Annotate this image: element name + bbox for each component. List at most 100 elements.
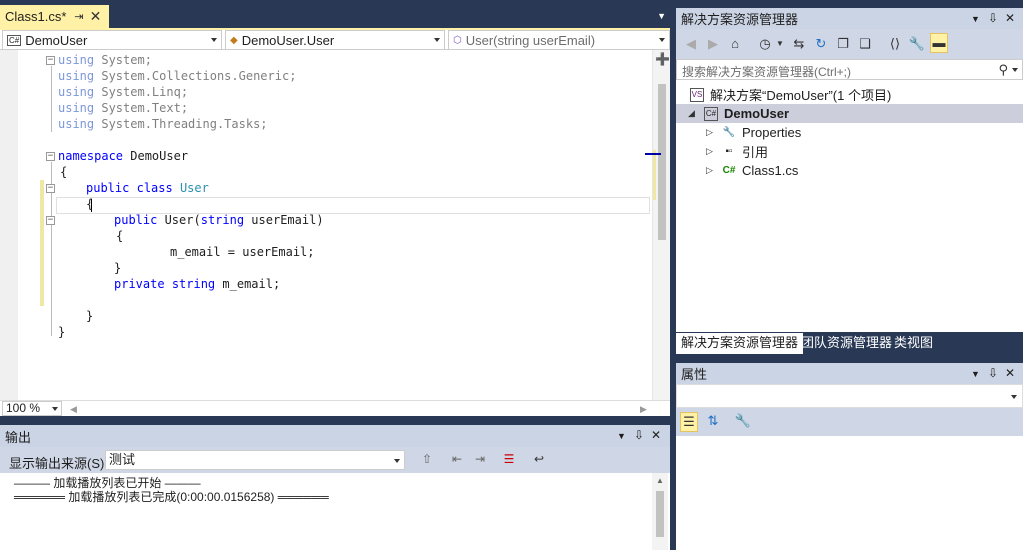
collapsed-triangle-icon[interactable]: ▷ [706, 165, 716, 176]
fold-toggle-usings[interactable]: − [46, 56, 55, 65]
tab-overflow-icon[interactable]: ▼ [657, 11, 666, 21]
pin-icon[interactable]: ⇥ [74, 10, 83, 23]
categorized-icon[interactable]: ☰ [680, 412, 698, 432]
csharp-project-icon: C# [704, 106, 718, 121]
goto-previous-icon[interactable]: ⇧ [418, 452, 436, 468]
view-code-icon[interactable]: ⟨⟩ [886, 36, 904, 52]
word-wrap-icon[interactable]: ↩ [530, 452, 548, 468]
csharp-file-icon: C# [722, 164, 736, 176]
output-source-label: 显示输出来源(S): [9, 456, 108, 471]
output-text-area[interactable]: ——— 加载播放列表已开始 ——— ══════ 加载播放列表已完成(0:00:… [0, 473, 670, 550]
pin-icon[interactable]: ⇩ [988, 11, 998, 25]
project-dropdown[interactable]: C# DemoUser [2, 30, 222, 50]
tree-node-properties[interactable]: ▷ 🔧 Properties [706, 123, 801, 142]
code-line: public User(string userEmail) [114, 213, 324, 227]
tree-node-class1[interactable]: ▷ C# Class1.cs [706, 161, 798, 180]
sync-icon[interactable]: ⇆ [790, 36, 808, 52]
code-line: } [86, 309, 94, 323]
chevron-down-icon [659, 38, 665, 42]
code-line: } [114, 261, 122, 275]
scroll-left-icon[interactable]: ◀ [70, 404, 77, 415]
close-icon[interactable]: ✕ [90, 8, 102, 25]
document-tab-strip: Class1.cs* ⇥ ✕ ▼ [0, 5, 670, 28]
navigation-bar: C# DemoUser ◆ DemoUser.User ⬡ User(strin… [0, 30, 670, 50]
member-dropdown[interactable]: ⬡ User(string userEmail) [448, 30, 670, 50]
home-icon[interactable]: ⌂ [726, 36, 744, 51]
code-area[interactable]: − − − − using System; using System.Colle… [0, 52, 652, 398]
code-line: private string m_email; [114, 277, 281, 291]
split-window-icon[interactable]: ➕ [655, 52, 670, 66]
alphabetical-icon[interactable]: ⇅ [704, 413, 722, 429]
fold-toggle-class[interactable]: − [46, 184, 55, 193]
properties-object-select[interactable] [676, 384, 1023, 408]
tree-node-solution[interactable]: VS 解决方案“DemoUser”(1 个项目) [690, 85, 891, 104]
chevron-down-icon[interactable] [1012, 68, 1018, 72]
preview-selected-items-icon[interactable]: ▬ [930, 33, 948, 53]
search-icon[interactable]: ⚲ [998, 62, 1008, 78]
chevron-down-icon [434, 38, 440, 42]
caret-position-marker [645, 153, 661, 155]
class-dropdown-value: DemoUser.User [241, 32, 335, 48]
properties-header: 属性 ▼ ⇩ ✕ [676, 363, 1023, 384]
chevron-down-icon[interactable]: ▼ [771, 39, 789, 48]
collapsed-triangle-icon[interactable]: ▷ [706, 146, 716, 157]
code-line: m_email = userEmail; [170, 245, 315, 259]
tree-node-references[interactable]: ▷ ▪▫ 引用 [706, 142, 768, 161]
property-pages-icon[interactable]: 🔧 [734, 413, 752, 429]
show-all-files-icon[interactable]: ❑ [856, 36, 874, 52]
pin-icon[interactable]: ⇩ [634, 428, 644, 442]
properties-toolbar: ☰ ⇅ 🔧 [676, 408, 1023, 436]
dropdown-icon[interactable]: ▼ [971, 369, 980, 379]
back-icon[interactable]: ◀ [682, 36, 700, 52]
project-dropdown-value: DemoUser [25, 32, 88, 48]
change-map-marker [653, 150, 656, 200]
fold-toggle-namespace[interactable]: − [46, 152, 55, 161]
clear-all-icon[interactable]: ☰ [500, 452, 518, 468]
expanded-triangle-icon[interactable]: ◢ [688, 108, 698, 119]
dropdown-icon[interactable]: ▼ [971, 14, 980, 24]
scrollbar-thumb[interactable] [658, 84, 666, 240]
chevron-down-icon [394, 459, 400, 463]
tab-class-view[interactable]: 类视图 [889, 333, 938, 354]
code-line: public class User [86, 181, 209, 195]
dropdown-icon[interactable]: ▼ [617, 431, 626, 441]
code-line: namespace DemoUser [58, 149, 189, 163]
scrollbar-thumb[interactable] [656, 491, 664, 537]
close-icon[interactable]: ✕ [1005, 366, 1015, 380]
code-line: } [58, 325, 66, 339]
tab-solution-explorer[interactable]: 解决方案资源管理器 [676, 333, 804, 354]
chevron-down-icon [52, 407, 58, 411]
collapse-all-icon[interactable]: ❐ [834, 36, 852, 52]
solution-explorer-toolbar: ◀ ▶ ⌂ ◷ ▼ ⇆ ↻ ❐ ❑ ⟨⟩ 🔧 ▬ [676, 29, 1023, 59]
scroll-up-icon[interactable]: ▲ [656, 476, 664, 485]
fold-toggle-constructor[interactable]: − [46, 216, 55, 225]
properties-grid [676, 436, 1023, 550]
fold-guide [51, 226, 52, 272]
code-editor[interactable]: − − − − using System; using System.Colle… [0, 50, 670, 400]
collapsed-triangle-icon[interactable]: ▷ [706, 127, 716, 138]
tree-node-label: DemoUser [724, 106, 790, 121]
class-dropdown[interactable]: ◆ DemoUser.User [225, 30, 445, 50]
refresh-icon[interactable]: ↻ [812, 36, 830, 52]
tab-team-explorer[interactable]: 团队资源管理器 [796, 333, 897, 354]
document-tab-class1[interactable]: Class1.cs* ⇥ ✕ [0, 5, 109, 28]
pin-icon[interactable]: ⇩ [988, 366, 998, 380]
solution-explorer-search[interactable]: 搜索解决方案资源管理器(Ctrl+;) ⚲ [676, 59, 1023, 80]
zoom-dropdown[interactable]: 100 % [2, 401, 62, 416]
properties-icon[interactable]: 🔧 [908, 36, 926, 52]
close-icon[interactable]: ✕ [1005, 11, 1015, 25]
scroll-right-icon[interactable]: ▶ [640, 404, 647, 415]
close-icon[interactable]: ✕ [651, 428, 661, 442]
output-source-select[interactable]: 测试 [105, 450, 405, 470]
editor-vertical-scrollbar[interactable]: ➕ [645, 50, 670, 400]
chevron-down-icon [211, 38, 217, 42]
forward-icon[interactable]: ▶ [704, 36, 722, 52]
tree-node-label: Class1.cs [742, 163, 799, 178]
document-tab-title: Class1.cs* [5, 9, 67, 24]
solution-tree: VS 解决方案“DemoUser”(1 个项目) ◢ C# DemoUser ▷… [676, 80, 1023, 332]
next-message-icon[interactable]: ⇥ [471, 452, 489, 468]
output-vertical-scrollbar[interactable]: ▲ [652, 473, 668, 550]
solution-explorer-title: 解决方案资源管理器 [681, 12, 799, 27]
tree-node-project[interactable]: ◢ C# DemoUser [676, 104, 1023, 123]
previous-message-icon[interactable]: ⇤ [448, 452, 466, 468]
